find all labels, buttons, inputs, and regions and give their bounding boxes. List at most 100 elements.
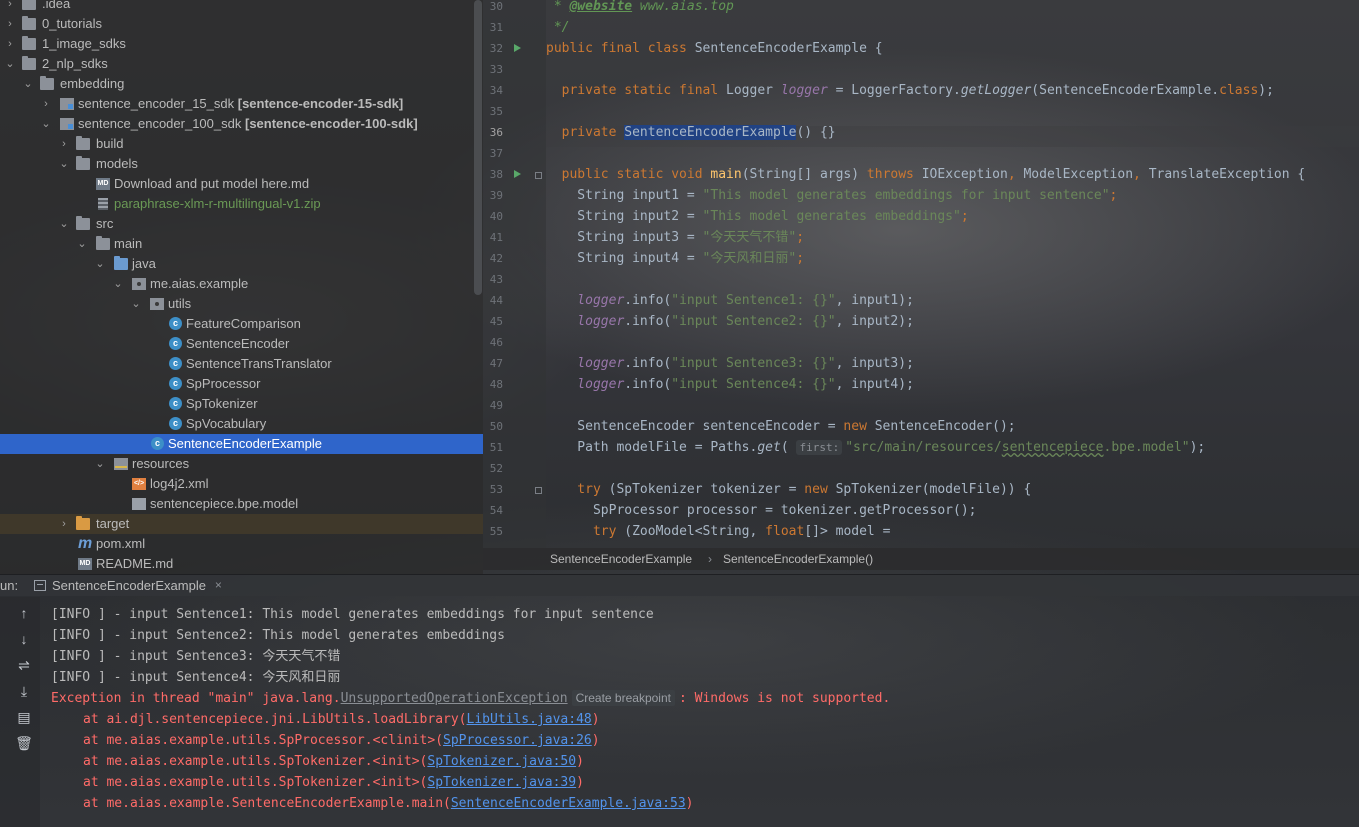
scroll-to-end-icon[interactable]: ⤓ [15, 682, 33, 700]
code-editor[interactable]: * @website www.aias.top */ public final … [546, 0, 1359, 548]
run-main-icon[interactable] [514, 170, 521, 178]
tree-item-main[interactable]: ⌄ main [0, 234, 483, 254]
chevron-right-icon[interactable]: › [4, 34, 16, 54]
tree-item-sentence-encoder-15-sdk[interactable]: › sentence_encoder_15_sdk [sentence-enco… [0, 94, 483, 114]
tree-item-src[interactable]: ⌄ src [0, 214, 483, 234]
chevron-down-icon[interactable]: ⌄ [58, 154, 70, 174]
run-tab[interactable]: SentenceEncoderExample × [30, 575, 224, 597]
chevron-down-icon[interactable]: ⌄ [22, 74, 34, 94]
tree-item-label: embedding [60, 76, 125, 91]
tree-item-readme[interactable]: MD README.md [0, 554, 483, 574]
java-class-icon: c [169, 357, 182, 370]
chevron-down-icon[interactable]: ⌄ [94, 254, 106, 274]
tree-item-label: me.aias.example [150, 276, 249, 291]
chevron-right-icon[interactable]: › [58, 514, 70, 534]
code-line: SentenceEncoder sentenceEncoder = new Se… [546, 419, 1016, 434]
tree-item-target[interactable]: › target [0, 514, 483, 534]
xml-file-icon: </> [132, 478, 146, 490]
tree-item-build[interactable]: › build [0, 134, 483, 154]
tree-item-sp-vocabulary[interactable]: c SpVocabulary [0, 414, 483, 434]
tree-item-label: FeatureComparison [186, 316, 301, 331]
stack-trace-link[interactable]: SpTokenizer.java:39 [427, 775, 576, 790]
chevron-right-icon[interactable]: › [40, 94, 52, 114]
tree-item-sentence-encoder-100-sdk[interactable]: ⌄ sentence_encoder_100_sdk [sentence-enc… [0, 114, 483, 134]
tree-item-0-tutorials[interactable]: › 0_tutorials [0, 14, 483, 34]
tree-item-label: .idea [42, 0, 71, 11]
soft-wrap-icon[interactable]: ⇌ [15, 656, 33, 674]
chevron-down-icon[interactable]: ⌄ [130, 294, 142, 314]
line-number: 45 [489, 315, 503, 328]
close-icon[interactable]: × [215, 575, 222, 596]
arrow-down-icon[interactable]: ↓ [15, 630, 33, 648]
code-line: try (SpTokenizer tokenizer = new SpToken… [546, 482, 1032, 497]
chevron-down-icon[interactable]: ⌄ [112, 274, 124, 294]
tree-item-zip[interactable]: paraphrase-xlm-r-multilingual-v1.zip [0, 194, 483, 214]
tree-item-feature-comparison[interactable]: c FeatureComparison [0, 314, 483, 334]
code-line: String input2 = "This model generates em… [546, 209, 969, 224]
chevron-down-icon[interactable]: ⌄ [94, 454, 106, 474]
code-line: logger.info("input Sentence1: {}", input… [546, 293, 914, 308]
tree-item-sentence-trans-translator[interactable]: c SentenceTransTranslator [0, 354, 483, 374]
code-line: try (ZooModel<String, float[]> model = [546, 524, 891, 539]
tree-item-resources[interactable]: ⌄ resources [0, 454, 483, 474]
chevron-right-icon[interactable]: › [4, 0, 16, 14]
stack-trace-link[interactable]: SpTokenizer.java:50 [427, 754, 576, 769]
create-breakpoint-button[interactable]: Create breakpoint [571, 690, 675, 706]
tree-scrollbar[interactable] [474, 0, 482, 295]
chevron-down-icon[interactable]: ⌄ [40, 114, 52, 134]
tree-item-pom-xml[interactable]: m pom.xml [0, 534, 483, 554]
stack-trace-link[interactable]: SentenceEncoderExample.java:53 [451, 796, 686, 811]
tree-item-log4j2-xml[interactable]: </> log4j2.xml [0, 474, 483, 494]
console-output[interactable]: [INFO ] - input Sentence1: This model ge… [40, 597, 1359, 827]
chevron-right-icon[interactable]: › [58, 134, 70, 154]
print-icon[interactable]: ▤ [15, 708, 33, 726]
run-class-icon[interactable] [514, 44, 521, 52]
tree-item-me-aias-example[interactable]: ⌄ me.aias.example [0, 274, 483, 294]
tree-item-models[interactable]: ⌄ models [0, 154, 483, 174]
line-number: 39 [489, 189, 503, 202]
tree-item-utils[interactable]: ⌄ utils [0, 294, 483, 314]
folder-icon [22, 36, 36, 50]
arrow-up-icon[interactable]: ↑ [15, 604, 33, 622]
tree-item-label: paraphrase-xlm-r-multilingual-v1.zip [114, 196, 321, 211]
chevron-down-icon[interactable]: ⌄ [58, 214, 70, 234]
line-number: 40 [489, 210, 503, 223]
breadcrumb-method[interactable]: SentenceEncoderExample() [723, 548, 873, 570]
stack-trace-line: at me.aias.example.utils.SpTokenizer.<in… [83, 754, 584, 769]
tree-item-label: target [96, 516, 130, 531]
stack-trace-link[interactable]: SpProcessor.java:26 [443, 733, 592, 748]
tree-item-embedding[interactable]: ⌄ embedding [0, 74, 483, 94]
fold-icon[interactable] [535, 172, 542, 179]
code-line: logger.info("input Sentence4: {}", input… [546, 377, 914, 392]
tree-item-label: sentencepiece.bpe.model [150, 496, 299, 511]
tree-item-java[interactable]: ⌄ java [0, 254, 483, 274]
excluded-folder-icon [76, 516, 90, 530]
tree-item-idea[interactable]: › .idea [0, 0, 483, 14]
fold-icon[interactable] [535, 487, 542, 494]
tree-item-label: build [96, 136, 124, 151]
trash-icon[interactable]: 🗑 [15, 734, 33, 752]
maven-icon: m [78, 535, 93, 552]
stack-trace-link[interactable]: LibUtils.java:48 [467, 712, 592, 727]
tree-item-2-nlp-sdks[interactable]: ⌄ 2_nlp_sdks [0, 54, 483, 74]
tree-item-sp-tokenizer[interactable]: c SpTokenizer [0, 394, 483, 414]
tree-item-sp-processor[interactable]: c SpProcessor [0, 374, 483, 394]
tree-item-sentencepiece-model[interactable]: sentencepiece.bpe.model [0, 494, 483, 514]
line-number: 42 [489, 252, 503, 265]
java-class-icon: c [169, 397, 182, 410]
line-number: 53 [489, 483, 503, 496]
tree-item-sentence-encoder-example[interactable]: c SentenceEncoderExample [0, 434, 483, 454]
line-number: 32 [489, 42, 503, 55]
chevron-down-icon[interactable]: ⌄ [76, 234, 88, 254]
tree-item-download-md[interactable]: MD Download and put model here.md [0, 174, 483, 194]
chevron-down-icon[interactable]: ⌄ [4, 54, 16, 74]
tree-item-1-image-sdks[interactable]: › 1_image_sdks [0, 34, 483, 54]
line-number: 48 [489, 378, 503, 391]
tree-item-sentence-encoder[interactable]: c SentenceEncoder [0, 334, 483, 354]
chevron-right-icon[interactable]: › [4, 14, 16, 34]
exception-class-link[interactable]: UnsupportedOperationException [341, 691, 568, 706]
folder-icon [76, 216, 90, 230]
stack-trace-line: at me.aias.example.SentenceEncoderExampl… [83, 796, 694, 811]
breadcrumb-class[interactable]: SentenceEncoderExample [550, 548, 692, 570]
tree-item-label: SentenceEncoder [186, 336, 290, 351]
